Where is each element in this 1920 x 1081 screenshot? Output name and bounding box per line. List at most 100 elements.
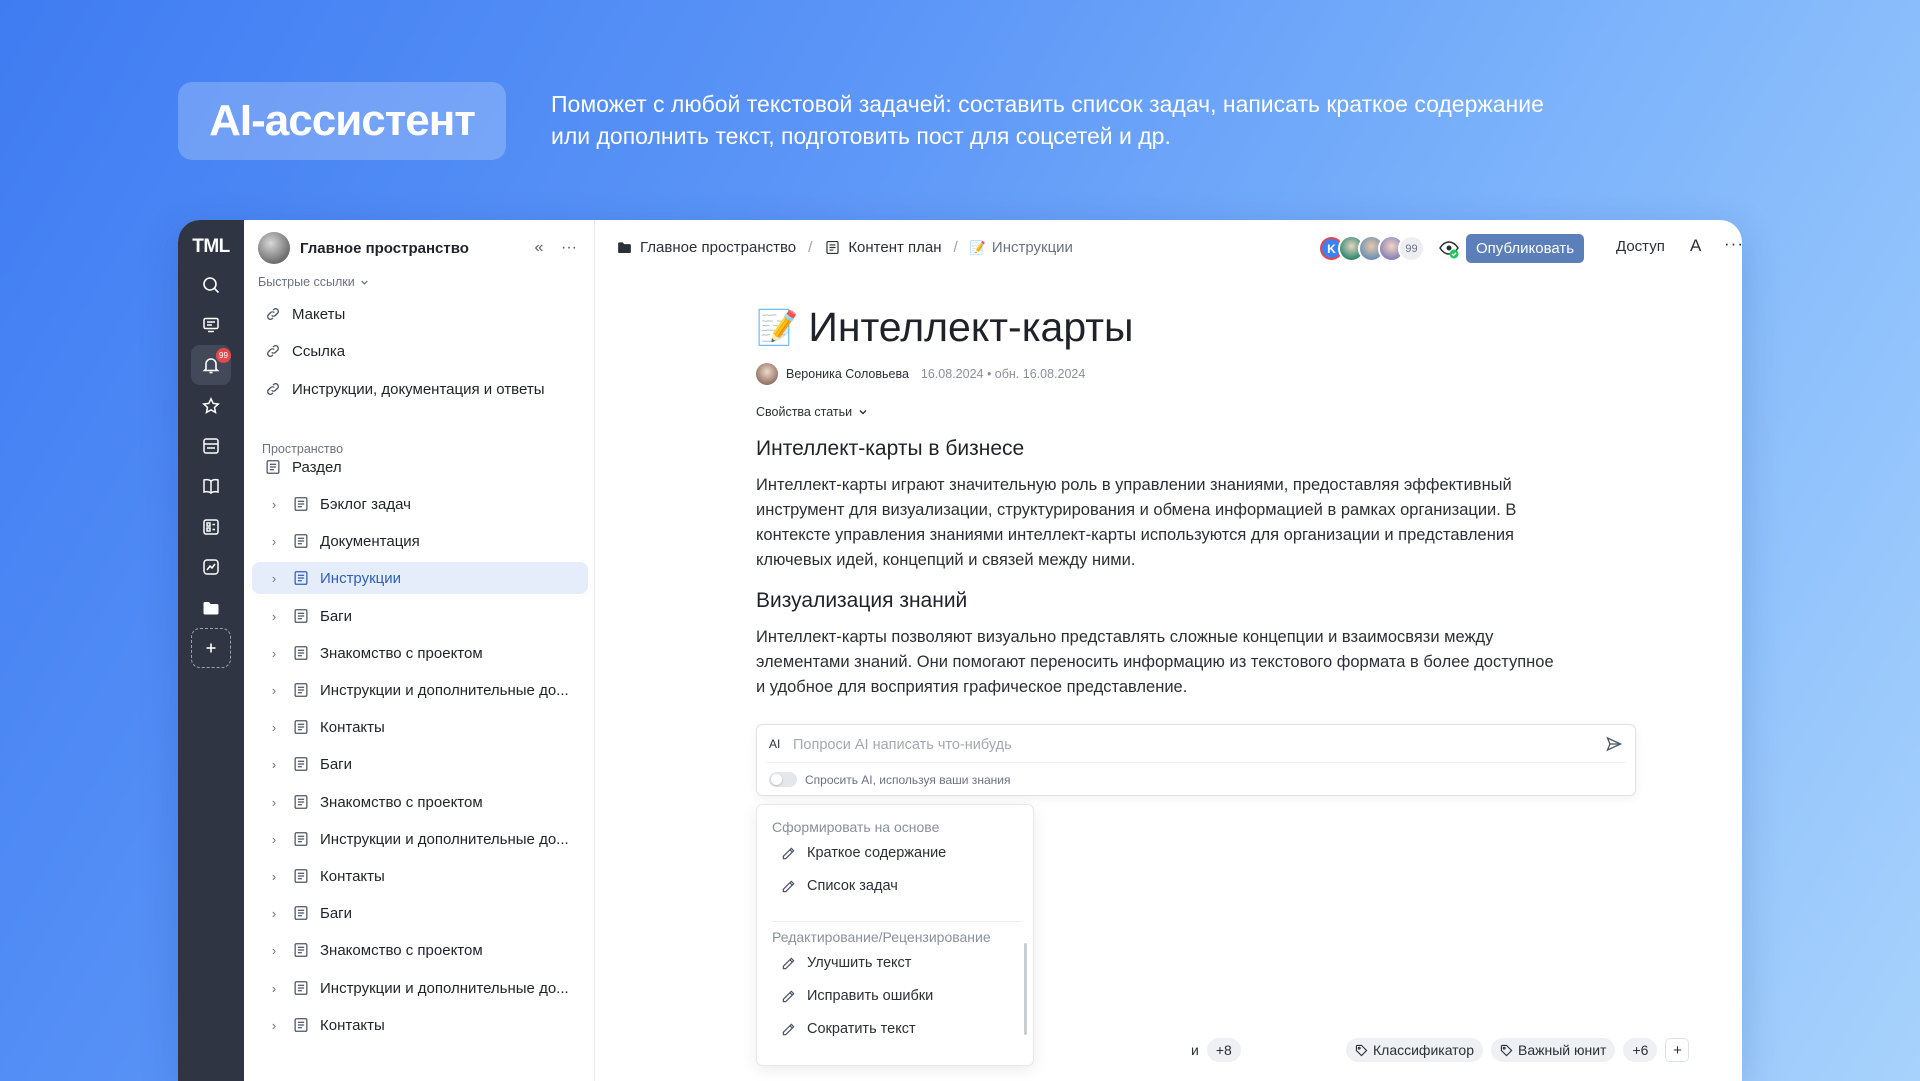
sidebar-tree-item[interactable]: › Знакомство с проектом <box>252 786 588 818</box>
ai-prompt-input[interactable] <box>793 734 1583 756</box>
ai-knowledge-toggle[interactable] <box>769 772 797 787</box>
chevron-right-icon[interactable]: › <box>264 795 284 810</box>
more-options-icon[interactable]: ··· <box>554 239 584 257</box>
tags-more-count[interactable]: +6 <box>1623 1038 1658 1062</box>
quick-links-toggle[interactable]: Быстрые ссылки <box>258 275 370 289</box>
quick-link-label: Макеты <box>292 305 346 323</box>
chart-icon[interactable] <box>191 547 231 587</box>
quick-link-label: Инструкции, документация и ответы <box>292 380 545 398</box>
chevron-right-icon[interactable]: › <box>264 534 284 549</box>
access-button[interactable]: Доступ <box>1616 238 1665 255</box>
document-icon <box>294 943 308 957</box>
menu-item-fix-errors[interactable]: Исправить ошибки <box>781 988 933 1004</box>
sidebar-tree-item[interactable]: › Контакты <box>252 711 588 743</box>
sidebar-tree-item[interactable]: › Бэклог задач <box>252 488 588 520</box>
article-properties-label: Свойства статьи <box>756 405 853 419</box>
sidebar-tree-item[interactable]: › Знакомство с проектом <box>252 637 588 669</box>
chevron-right-icon[interactable]: › <box>264 571 284 586</box>
tags-row-left: и +8 <box>1191 1038 1241 1062</box>
sidebar-tree-item[interactable]: › Знакомство с проектом <box>252 934 588 966</box>
collaborators-avatars[interactable]: K 99 <box>1318 235 1425 262</box>
workspace-header[interactable]: Главное пространство « ··· <box>258 231 584 265</box>
add-tag-button[interactable]: + <box>1665 1038 1690 1062</box>
sidebar-tree-item[interactable]: › Инструкции и дополнительные до... <box>252 674 588 706</box>
document-icon <box>294 534 308 548</box>
chevron-right-icon[interactable]: › <box>264 981 284 996</box>
folder-icon[interactable] <box>191 588 231 628</box>
chevron-right-icon[interactable]: › <box>264 1018 284 1033</box>
menu-item-label: Список задач <box>807 878 898 894</box>
tags-more-count[interactable]: +8 <box>1206 1038 1241 1062</box>
section-heading: Интеллект-карты в бизнесе <box>756 437 1025 460</box>
breadcrumb-item-current: 📝 Инструкции <box>970 239 1073 256</box>
monitor-icon[interactable] <box>191 305 231 345</box>
add-icon[interactable] <box>191 628 231 668</box>
document-dates: 16.08.2024 • обн. 16.08.2024 <box>920 367 1086 381</box>
chevron-right-icon[interactable]: › <box>264 497 284 512</box>
font-settings-button[interactable]: A <box>1690 236 1701 256</box>
chevron-right-icon[interactable]: › <box>264 683 284 698</box>
menu-item-improve-text[interactable]: Улучшить текст <box>781 955 911 971</box>
workspace-name: Главное пространство <box>300 239 469 257</box>
sidebar-item-label: Инструкции и дополнительные до... <box>320 681 569 699</box>
chevron-right-icon[interactable]: › <box>264 832 284 847</box>
notification-badge: 99 <box>216 348 231 363</box>
sidebar-tree-item[interactable]: › Инструкции и дополнительные до... <box>252 823 588 855</box>
quick-link-item[interactable]: Инструкции, документация и ответы <box>252 373 588 405</box>
top-bar: Главное пространство / Контент план / 📝 … <box>596 220 1742 276</box>
sidebar-tree-item[interactable]: › Баги <box>252 748 588 780</box>
breadcrumb-item[interactable]: Контент план <box>824 239 942 256</box>
document-icon <box>294 795 308 809</box>
sidebar-tree-item[interactable]: › Контакты <box>252 1009 588 1041</box>
tag-chip[interactable]: Важный юнит <box>1491 1038 1616 1062</box>
chevron-right-icon[interactable]: › <box>264 906 284 921</box>
collapse-sidebar-icon[interactable]: « <box>524 239 554 257</box>
more-options-button[interactable]: ··· <box>1724 234 1742 254</box>
chevron-right-icon[interactable]: › <box>264 609 284 624</box>
chevron-right-icon[interactable]: › <box>264 943 284 958</box>
sidebar-tree-item[interactable]: › Документация <box>252 525 588 557</box>
chevron-right-icon[interactable]: › <box>264 757 284 772</box>
breadcrumb-item[interactable]: Главное пространство <box>616 239 796 256</box>
document-icon <box>294 869 308 883</box>
star-icon[interactable] <box>191 386 231 426</box>
quick-link-item[interactable]: Макеты <box>252 298 588 330</box>
menu-scrollbar[interactable] <box>1024 943 1027 1035</box>
sidebar-tree-item[interactable]: › Контакты <box>252 860 588 892</box>
author-name[interactable]: Вероника Соловьева <box>786 367 909 381</box>
sidebar-item-label: Знакомство с проектом <box>320 644 483 662</box>
quick-link-item[interactable]: Ссылка <box>252 335 588 367</box>
menu-item-summary[interactable]: Краткое содержание <box>781 845 946 861</box>
sidebar-item-label: Инструкции и дополнительные до... <box>320 830 569 848</box>
bell-icon[interactable]: 99 <box>191 345 231 385</box>
dashboard-icon[interactable] <box>191 507 231 547</box>
inbox-icon[interactable] <box>191 426 231 466</box>
menu-item-shorten-text[interactable]: Сократить текст <box>781 1021 916 1037</box>
chevron-down-icon <box>361 280 368 285</box>
tag-partial[interactable]: и <box>1191 1038 1199 1062</box>
tag-chip[interactable]: Классификатор <box>1346 1038 1484 1062</box>
promo-description-line-2: или дополнить текст, подготовить пост дл… <box>551 123 1171 149</box>
document-icon <box>294 571 308 585</box>
book-icon[interactable] <box>191 466 231 506</box>
sidebar-tree-item[interactable]: › Инструкции и дополнительные до... <box>252 972 588 1004</box>
sidebar-item-label: Инструкции и дополнительные до... <box>320 979 569 997</box>
chevron-right-icon[interactable]: › <box>264 720 284 735</box>
sidebar-item-section[interactable]: Раздел <box>252 451 588 483</box>
tag-label: Важный юнит <box>1518 1042 1607 1058</box>
publish-button[interactable]: Опубликовать <box>1466 234 1585 263</box>
document-icon <box>294 609 308 623</box>
visibility-icon[interactable] <box>1438 238 1460 260</box>
breadcrumb-label: Главное пространство <box>640 239 797 256</box>
document-icon <box>294 906 308 920</box>
chevron-right-icon[interactable]: › <box>264 869 284 884</box>
menu-group-label: Редактирование/Рецензирование <box>772 929 991 945</box>
menu-item-task-list[interactable]: Список задач <box>781 878 898 894</box>
sidebar-tree-item[interactable]: › Инструкции <box>252 562 588 594</box>
article-properties-toggle[interactable]: Свойства статьи <box>756 405 1586 419</box>
search-icon[interactable] <box>191 265 231 305</box>
send-icon[interactable] <box>1605 735 1623 753</box>
sidebar-tree-item[interactable]: › Баги <box>252 600 588 632</box>
sidebar-tree-item[interactable]: › Баги <box>252 897 588 929</box>
chevron-right-icon[interactable]: › <box>264 646 284 661</box>
